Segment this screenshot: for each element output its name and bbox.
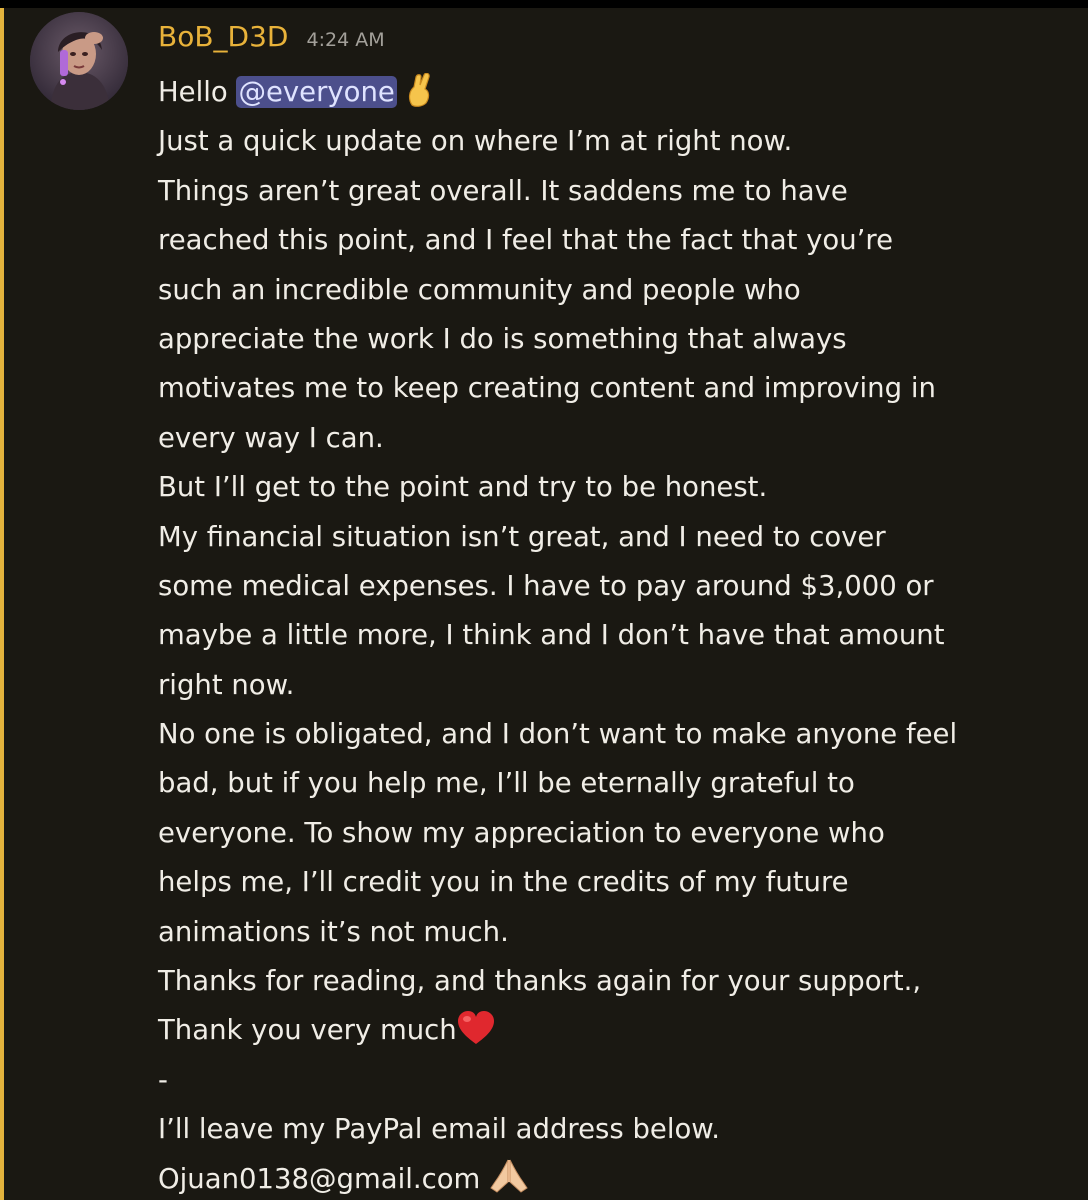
crossed-fingers-icon <box>406 72 434 123</box>
email-line: Ojuan0138@gmail.com <box>158 1155 1073 1200</box>
thank-you-text: Thank you very much <box>158 1014 457 1047</box>
message-line: everyone. To show my appreciation to eve… <box>158 816 885 849</box>
everyone-mention[interactable]: @everyone <box>236 76 397 108</box>
message-body: Hello @everyone Just a quick update on w… <box>158 68 1073 1200</box>
timestamp[interactable]: 4:24 AM <box>306 29 384 51</box>
message-line: right now. <box>158 668 295 701</box>
avatar[interactable] <box>30 12 128 110</box>
chat-message: BoB_D3D 4:24 AM Hello @everyone Just a q… <box>30 8 1080 1200</box>
mention-highlight-bar <box>0 8 4 1200</box>
paypal-email[interactable]: Ojuan0138@gmail.com <box>158 1163 480 1195</box>
message-line: motivates me to keep creating content an… <box>158 372 936 405</box>
message-line: some medical expenses. I have to pay aro… <box>158 569 934 602</box>
paypal-line: I’ll leave my PayPal email address below… <box>158 1113 720 1146</box>
message-header: BoB_D3D 4:24 AM <box>158 20 385 60</box>
folded-hands-icon <box>489 1158 529 1200</box>
thank-you-line: Thank you very much <box>158 1006 1073 1055</box>
message-line: animations it’s not much. <box>158 915 509 948</box>
message-line: But I’ll get to the point and try to be … <box>158 471 768 504</box>
message-line: helps me, I’ll credit you in the credits… <box>158 866 849 899</box>
greeting-line: Hello @everyone <box>158 68 1073 117</box>
message-line: bad, but if you help me, I’ll be eternal… <box>158 767 855 800</box>
message-line: appreciate the work I do is something th… <box>158 322 847 355</box>
message-line: Thanks for reading, and thanks again for… <box>158 965 922 998</box>
message-line: reached this point, and I feel that the … <box>158 224 894 257</box>
chat-screen: BoB_D3D 4:24 AM Hello @everyone Just a q… <box>0 0 1088 1200</box>
message-line: Things aren’t great overall. It saddens … <box>158 174 848 207</box>
message-line: Just a quick update on where I’m at righ… <box>158 125 793 158</box>
top-edge <box>0 0 1088 8</box>
message-line: My financial situation isn’t great, and … <box>158 520 886 553</box>
red-heart-icon <box>457 1011 495 1061</box>
message-line: every way I can. <box>158 421 384 454</box>
username[interactable]: BoB_D3D <box>158 20 288 53</box>
avatar-icon <box>30 12 128 110</box>
greeting-text: Hello <box>158 76 237 108</box>
message-line: such an incredible community and people … <box>158 273 801 306</box>
message-line: maybe a little more, I think and I don’t… <box>158 619 945 652</box>
message-line: No one is obligated, and I don’t want to… <box>158 718 958 751</box>
separator: - <box>158 1063 168 1096</box>
